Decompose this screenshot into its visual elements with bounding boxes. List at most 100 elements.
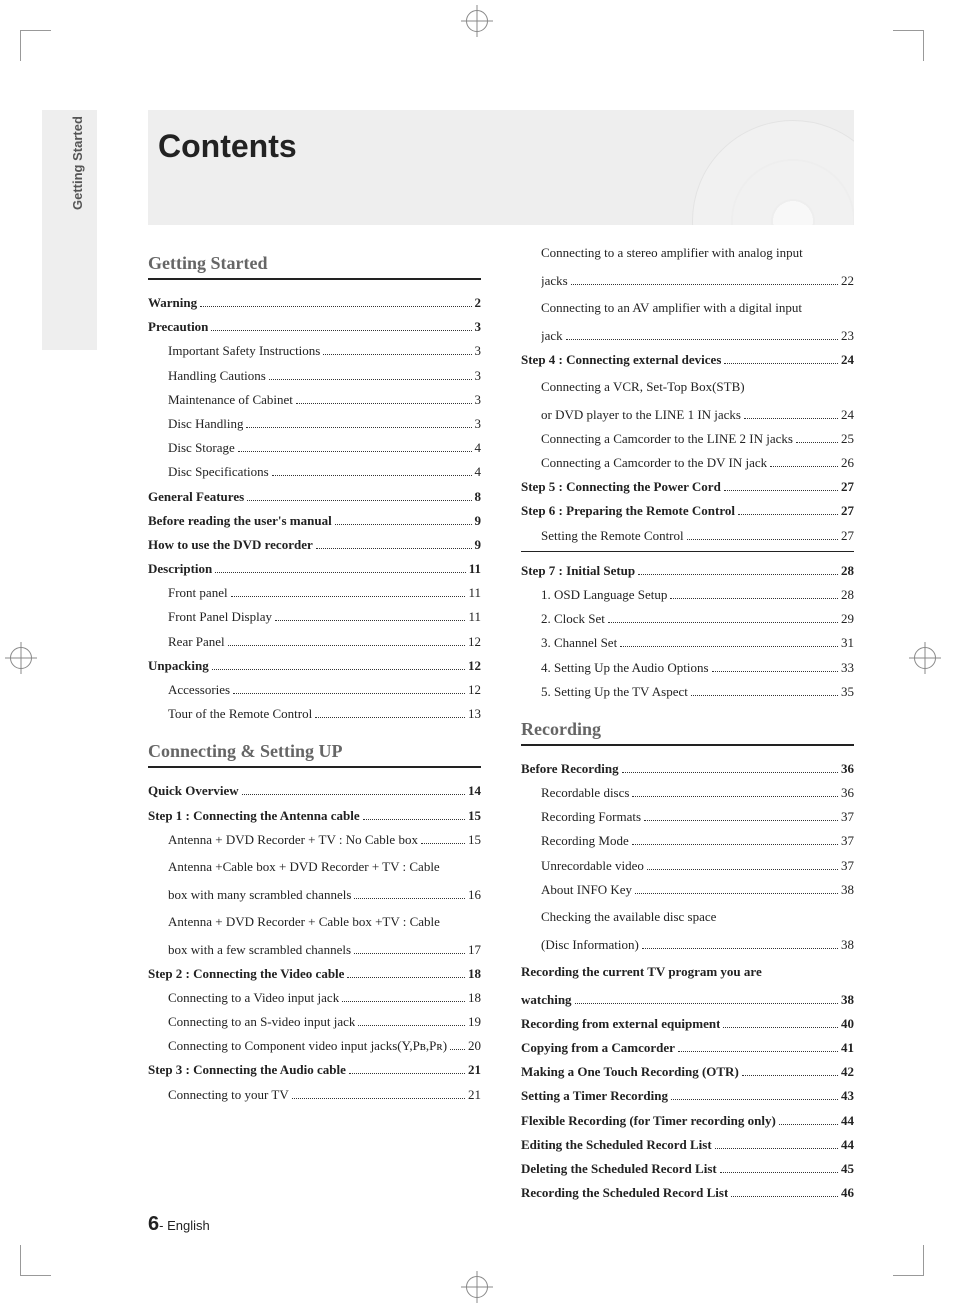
toc-leader [211,330,471,331]
toc-leader [233,693,465,694]
toc-leader [724,363,838,364]
toc-entry-label: jacks [541,272,568,290]
toc-leader [671,1099,838,1100]
toc-entry-label: Warning [148,294,197,312]
toc-leader [678,1051,838,1052]
toc-entry-page: 33 [841,659,854,677]
toc-leader [342,1001,465,1002]
section-rule [521,744,854,746]
toc-entry: Step 6 : Preparing the Remote Control27 [521,502,854,520]
toc-entry-page: 17 [468,941,481,959]
toc-leader [635,893,838,894]
toc-entry-page: 36 [841,784,854,802]
toc-entry-label: Recording Formats [541,808,641,826]
toc-leader [720,1172,838,1173]
toc-leader [323,354,471,355]
toc-entry: Tour of the Remote Control13 [148,705,481,723]
toc-leader [347,977,465,978]
page-title: Contents [158,128,297,165]
toc-leader [608,622,838,623]
sub-rule [521,551,854,552]
toc-entry: 3. Channel Set31 [521,634,854,652]
toc-entry-page: 37 [841,808,854,826]
toc-leader [644,820,838,821]
toc-entry: box with many scrambled channels16 [148,886,481,904]
registration-mark-top [466,10,488,32]
toc-entry: Recording Formats 37 [521,808,854,826]
toc-leader [315,717,465,718]
toc-entry-page: 42 [841,1063,854,1081]
toc-entry-page: 44 [841,1136,854,1154]
toc-leader [358,1025,465,1026]
toc-leader [642,948,838,949]
toc-entry-label: About INFO Key [541,881,632,899]
toc-entry: Recording from external equipment40 [521,1015,854,1033]
toc-leader [738,514,838,515]
toc-leader [354,898,465,899]
toc-entry: How to use the DVD recorder9 [148,536,481,554]
toc-entry-label: 1. OSD Language Setup [541,586,667,604]
toc-leader [246,427,471,428]
toc-entry: Recording the Scheduled Record List46 [521,1184,854,1202]
toc-entry-page: 4 [475,439,482,457]
toc-entry: Warning2 [148,294,481,312]
toc-entry: 5. Setting Up the TV Aspect35 [521,683,854,701]
toc-entry-page: 26 [841,454,854,472]
toc-leader [421,843,465,844]
toc-entry: Editing the Scheduled Record List44 [521,1136,854,1154]
registration-mark-left [10,647,32,669]
toc-entry-label: Front panel [168,584,228,602]
toc-leader [796,442,838,443]
toc-entry-page: 37 [841,832,854,850]
toc-entry-label: Step 3 : Connecting the Audio cable [148,1061,346,1079]
toc-entry-label: Step 6 : Preparing the Remote Control [521,502,735,520]
toc-entry-page: 25 [841,430,854,448]
toc-entry-label: Recording the Scheduled Record List [521,1184,728,1202]
toc-leader [200,306,471,307]
toc-entry-label: box with many scrambled channels [168,886,351,904]
toc-entry: watching38 [521,991,854,1009]
toc-entry-page: 44 [841,1112,854,1130]
toc-entry-page: 15 [468,807,481,825]
section-heading: Getting Started [148,253,481,274]
toc-entry-continuation: Connecting to a stereo amplifier with an… [521,241,854,266]
toc-leader [349,1073,465,1074]
header-band: Contents [148,110,854,225]
toc-leader [571,284,838,285]
toc-leader [712,671,838,672]
toc-entry-page: 41 [841,1039,854,1057]
toc-leader [363,819,465,820]
crop-mark-tr [893,30,924,61]
toc-entry-label: Step 1 : Connecting the Antenna cable [148,807,360,825]
toc-entry: Unpacking12 [148,657,481,675]
toc-entry: box with a few scrambled channels17 [148,941,481,959]
toc-column-right: Connecting to a stereo amplifier with an… [521,235,854,1208]
toc-entry: Connecting to an S-video input jack19 [148,1013,481,1031]
toc-leader [687,539,838,540]
toc-entry: Connecting to your TV21 [148,1086,481,1104]
toc-entry-label: Setting a Timer Recording [521,1087,668,1105]
toc-entry-label: Recording from external equipment [521,1015,720,1033]
toc-entry-label: Connecting a Camcorder to the DV IN jack [541,454,767,472]
toc-entry: Before reading the user's manual9 [148,512,481,530]
toc-entry-label: Important Safety Instructions [168,342,320,360]
toc-entry-page: 11 [468,584,481,602]
toc-entry-label: Setting the Remote Control [541,527,684,545]
toc-leader [566,339,838,340]
toc-entry: Deleting the Scheduled Record List45 [521,1160,854,1178]
page-footer: 6- English [148,1213,210,1236]
toc-entry-label: Maintenance of Cabinet [168,391,293,409]
toc-entry-label: Connecting to your TV [168,1086,289,1104]
toc-leader [622,772,838,773]
toc-entry-label: Disc Handling [168,415,243,433]
toc-leader [770,466,838,467]
toc-entry: Front Panel Display11 [148,608,481,626]
toc-entry: Handling Cautions3 [148,367,481,385]
toc-entry-label: Connecting a Camcorder to the LINE 2 IN … [541,430,793,448]
toc-entry-label: Connecting to an S-video input jack [168,1013,355,1031]
toc-entry-page: 28 [841,586,854,604]
toc-entry-page: 3 [475,367,482,385]
toc-entry-page: 38 [841,936,854,954]
toc-leader [296,403,472,404]
toc-entry-page: 12 [468,681,481,699]
